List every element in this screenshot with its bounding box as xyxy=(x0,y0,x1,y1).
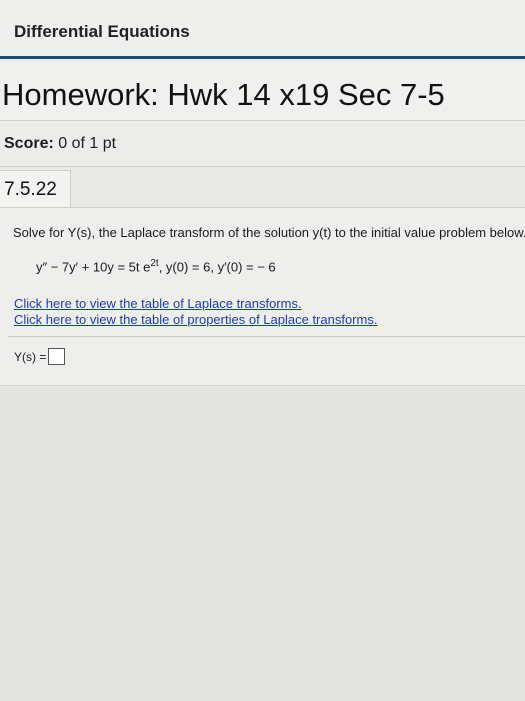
question-number-box: 7.5.22 xyxy=(0,170,71,208)
equation-exponent: 2t xyxy=(150,258,159,269)
score-value: 0 of 1 pt xyxy=(58,135,117,152)
question-number: 7.5.22 xyxy=(4,179,57,200)
course-title: Differential Equations xyxy=(14,22,190,41)
score: Score: 0 of 1 pt xyxy=(4,135,116,153)
laplace-properties-link[interactable]: Click here to view the table of properti… xyxy=(14,312,377,327)
score-label: Score: xyxy=(4,135,54,152)
empty-workspace xyxy=(0,385,525,701)
question-prompt: Solve for Y(s), the Laplace transform of… xyxy=(13,225,525,240)
answer-input[interactable] xyxy=(48,348,66,365)
question-panel: Solve for Y(s), the Laplace transform of… xyxy=(0,207,525,386)
homework-title: Homework: Hwk 14 x19 Sec 7-5 xyxy=(2,77,445,112)
score-bar: Score: 0 of 1 pt xyxy=(0,121,525,167)
laplace-table-link[interactable]: Click here to view the table of Laplace … xyxy=(14,296,302,311)
answer-row: Y(s) = xyxy=(14,348,66,365)
homework-header: Homework: Hwk 14 x19 Sec 7-5 xyxy=(0,62,525,121)
course-header: Differential Equations xyxy=(0,0,525,59)
divider xyxy=(8,336,525,337)
equation-lhs: y″ − 7y′ + 10y = 5t e xyxy=(36,259,151,275)
initial-value-equation: y″ − 7y′ + 10y = 5t e2t, y(0) = 6, y′(0)… xyxy=(36,258,276,274)
answer-label: Y(s) = xyxy=(14,349,47,364)
equation-initial-conditions: , y(0) = 6, y′(0) = − 6 xyxy=(158,259,276,275)
